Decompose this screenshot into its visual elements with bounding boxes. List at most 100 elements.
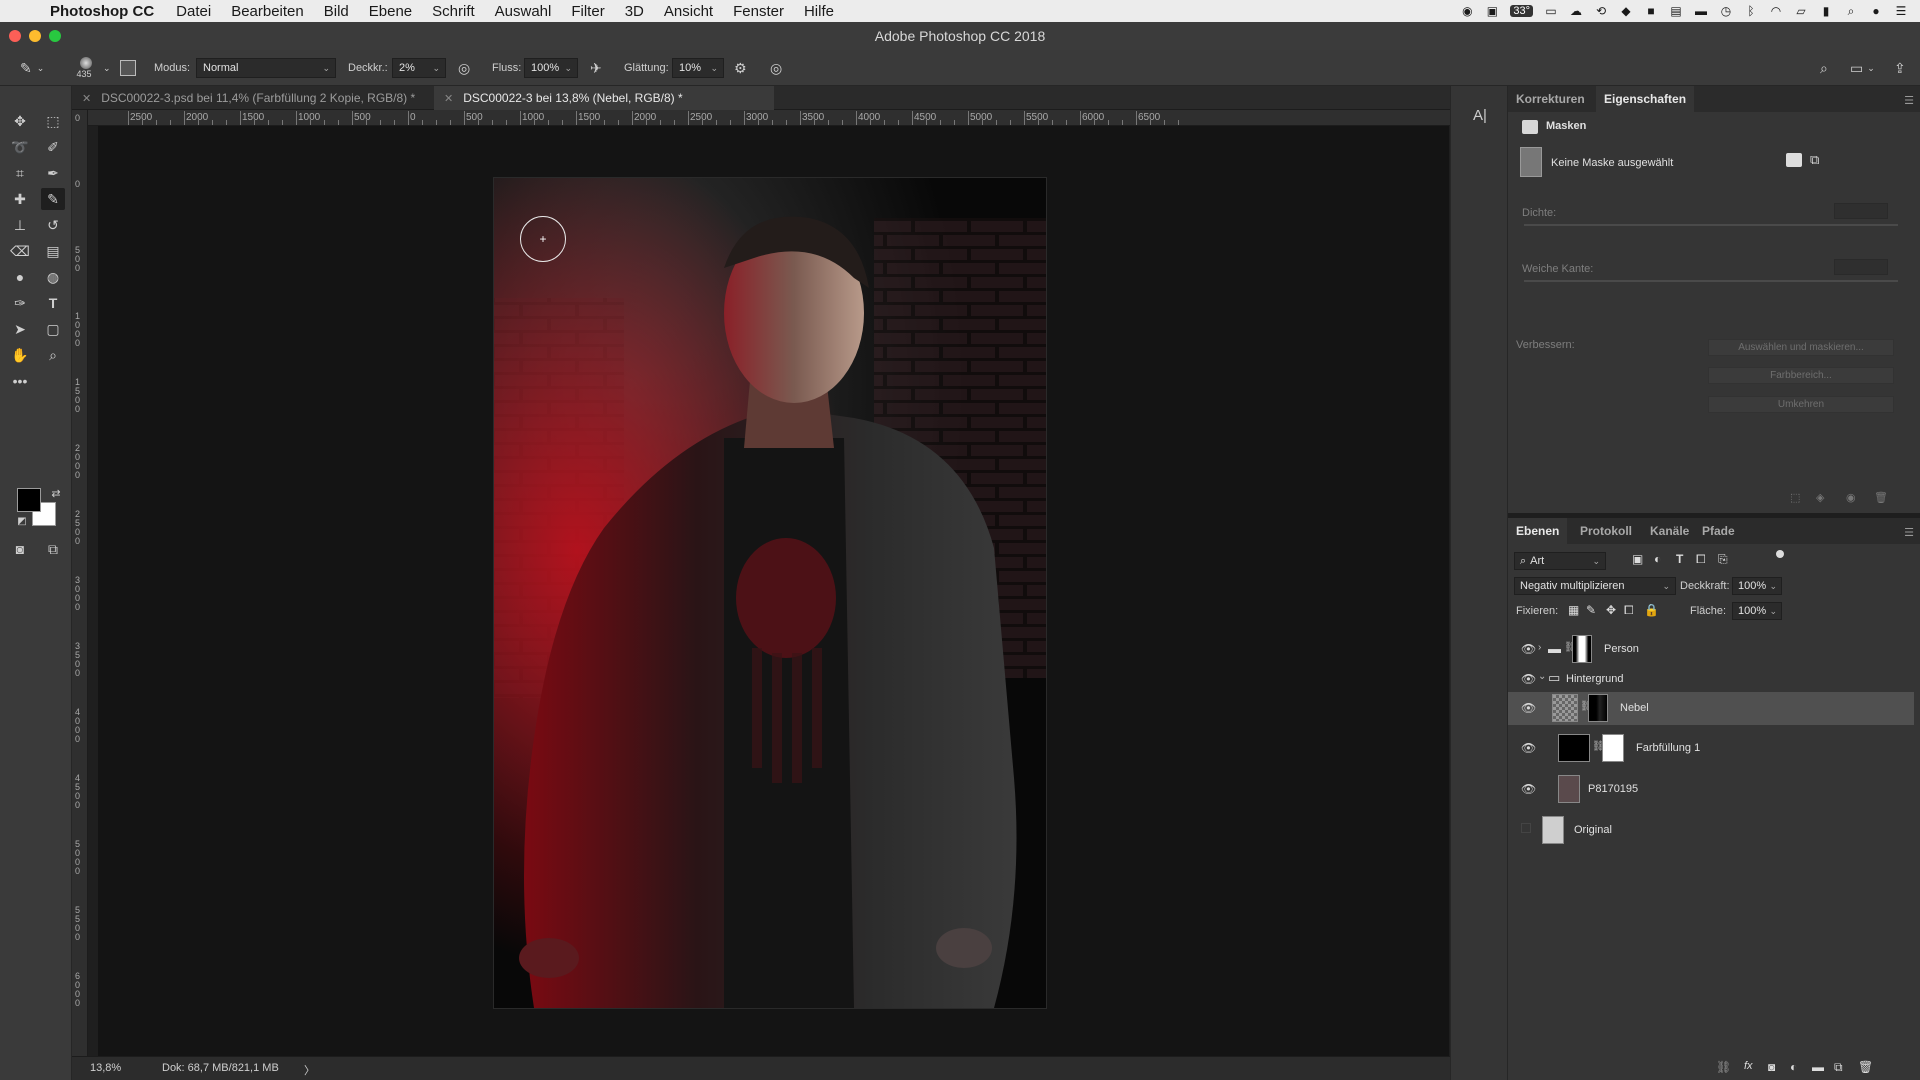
- visibility-toggle-empty[interactable]: [1521, 823, 1531, 833]
- marquee-tool-icon[interactable]: ⬚: [41, 110, 65, 132]
- brush-tool-preset-icon[interactable]: ✎ ⌄: [20, 50, 44, 86]
- healing-brush-tool-icon[interactable]: ✚: [8, 188, 32, 210]
- character-panel-icon[interactable]: A|: [1468, 104, 1492, 126]
- ime-icon[interactable]: ▤: [1669, 4, 1683, 18]
- wifi-icon[interactable]: ◠: [1769, 4, 1783, 18]
- layer-row-original[interactable]: Original: [1508, 814, 1914, 847]
- new-adjustment-layer-icon[interactable]: ◐: [1790, 1060, 1797, 1074]
- record-icon[interactable]: ◉: [1460, 4, 1474, 18]
- menu-bearbeiten[interactable]: Bearbeiten: [231, 3, 304, 20]
- layer-thumbnail[interactable]: [1552, 694, 1578, 722]
- siri-icon[interactable]: ●: [1869, 4, 1883, 18]
- visibility-eye-icon[interactable]: 👁: [1521, 741, 1536, 755]
- pen-tool-icon[interactable]: ✑: [8, 292, 32, 314]
- path-selection-tool-icon[interactable]: ➤: [8, 318, 32, 340]
- eyedropper-tool-icon[interactable]: ✒: [41, 162, 65, 184]
- blend-mode-dropdown[interactable]: Normal ⌄: [196, 58, 336, 78]
- monitor-icon[interactable]: ▬: [1694, 4, 1708, 18]
- new-group-folder-icon[interactable]: ▬: [1812, 1060, 1824, 1074]
- add-vector-mask-icon[interactable]: ⧉: [1810, 152, 1819, 168]
- layer-fill-input[interactable]: 100% ⌄: [1732, 602, 1782, 620]
- group-mask-thumbnail[interactable]: [1572, 635, 1592, 663]
- dodge-tool-icon[interactable]: ◍: [41, 266, 65, 288]
- menu-app-name[interactable]: Photoshop CC: [50, 3, 154, 20]
- tab-eigenschaften[interactable]: Eigenschaften: [1596, 86, 1695, 112]
- smart-object-thumbnail[interactable]: [1542, 816, 1564, 844]
- airplay-icon[interactable]: ▱: [1794, 4, 1808, 18]
- layer-row-nebel[interactable]: 👁 ⛓ Nebel: [1508, 692, 1914, 725]
- hand-tool-icon[interactable]: ✋: [8, 344, 32, 366]
- screen-mode-icon[interactable]: ⧉: [41, 538, 65, 560]
- add-pixel-mask-icon[interactable]: [1786, 153, 1802, 167]
- fill-layer-thumbnail[interactable]: [1558, 734, 1590, 762]
- workspace-switcher-icon[interactable]: ▭ ⌄: [1850, 50, 1875, 86]
- crop-tool-icon[interactable]: ⌗: [8, 162, 32, 184]
- select-and-mask-button[interactable]: Auswählen und maskieren...: [1708, 339, 1894, 356]
- pressure-size-icon[interactable]: ◎: [770, 50, 782, 86]
- temperature-badge[interactable]: 33°: [1510, 5, 1533, 17]
- blur-tool-icon[interactable]: ●: [8, 266, 32, 288]
- lock-artboard-icon[interactable]: ⧠: [1624, 603, 1634, 618]
- search-icon[interactable]: ⌕: [1820, 50, 1828, 86]
- menu-schrift[interactable]: Schrift: [432, 3, 475, 20]
- rectangle-tool-icon[interactable]: ▢: [41, 318, 65, 340]
- color-range-button[interactable]: Farbbereich...: [1708, 367, 1894, 384]
- horizontal-ruler[interactable]: 2500 2000 1500 1000 500 0 500 1000 1500 2000 2500 3…: [88, 110, 1450, 126]
- tab-document-2[interactable]: ✕ DSC00022-3 bei 13,8% (Nebel, RGB/8) *: [434, 86, 774, 110]
- feather-input[interactable]: [1834, 259, 1888, 275]
- filter-toggle-icon[interactable]: [1776, 550, 1784, 558]
- default-colors-icon[interactable]: ◩: [10, 510, 34, 532]
- bluetooth-icon[interactable]: ᛒ: [1744, 4, 1758, 18]
- density-input[interactable]: [1834, 203, 1888, 219]
- filter-adjustment-layers-icon[interactable]: ◐: [1654, 552, 1661, 566]
- eraser-tool-icon[interactable]: ⌫: [8, 240, 32, 262]
- layer-style-fx-icon[interactable]: fx: [1744, 1060, 1753, 1072]
- evernote-icon[interactable]: ■: [1644, 4, 1658, 18]
- move-tool-icon[interactable]: ✥: [8, 110, 32, 132]
- invert-button[interactable]: Umkehren: [1708, 396, 1894, 413]
- timemachine-icon[interactable]: ◷: [1719, 4, 1733, 18]
- spotlight-search-icon[interactable]: ⌕: [1844, 4, 1858, 19]
- panel-menu-icon[interactable]: ☰: [1904, 94, 1914, 107]
- density-slider[interactable]: [1524, 224, 1898, 226]
- menu-filter[interactable]: Filter: [571, 3, 604, 20]
- filter-shape-layers-icon[interactable]: ⧠: [1696, 552, 1706, 567]
- visibility-eye-icon[interactable]: 👁: [1521, 642, 1536, 656]
- layer-mask-thumbnail[interactable]: [1602, 734, 1624, 762]
- quick-mask-icon[interactable]: ◙: [8, 538, 32, 560]
- zoom-window-button[interactable]: [49, 30, 61, 42]
- minimize-window-button[interactable]: [29, 30, 41, 42]
- battery-icon[interactable]: ▮: [1819, 4, 1833, 18]
- expand-group-chevron-icon[interactable]: ›: [1538, 642, 1541, 653]
- canvas-area[interactable]: +: [88, 126, 1450, 1056]
- tab-kanaele[interactable]: Kanäle: [1642, 518, 1697, 544]
- lock-transparent-pixels-icon[interactable]: ▦: [1568, 603, 1579, 617]
- tab-ebenen[interactable]: Ebenen: [1508, 518, 1568, 544]
- close-tab-icon[interactable]: ✕: [82, 92, 91, 105]
- dropbox-icon[interactable]: ◆: [1619, 4, 1633, 18]
- brush-picker-chevron-icon[interactable]: ⌄: [103, 50, 111, 86]
- visibility-eye-icon[interactable]: 👁: [1521, 672, 1536, 686]
- filter-pixel-layers-icon[interactable]: ▣: [1632, 552, 1643, 566]
- menu-fenster[interactable]: Fenster: [733, 3, 784, 20]
- lasso-tool-icon[interactable]: ➰: [8, 136, 32, 158]
- menu-datei[interactable]: Datei: [176, 3, 211, 20]
- apply-mask-icon[interactable]: ◈: [1816, 491, 1824, 504]
- pressure-opacity-icon[interactable]: ◎: [458, 50, 470, 86]
- layer-opacity-input[interactable]: 100% ⌄: [1732, 577, 1782, 595]
- filter-type-layers-icon[interactable]: T: [1676, 552, 1683, 566]
- menu-bild[interactable]: Bild: [324, 3, 349, 20]
- brush-settings-panel-icon[interactable]: [120, 50, 136, 86]
- layer-row-p8170195[interactable]: 👁 P8170195: [1508, 773, 1914, 806]
- sync-icon[interactable]: ⟲: [1594, 4, 1608, 18]
- display-icon[interactable]: ▣: [1485, 4, 1499, 18]
- flow-input[interactable]: 100% ⌄: [524, 58, 578, 78]
- foreground-color-swatch[interactable]: [17, 488, 41, 512]
- type-tool-icon[interactable]: T: [41, 292, 65, 314]
- delete-layer-trash-icon[interactable]: 🗑: [1858, 1060, 1873, 1074]
- close-tab-icon[interactable]: ✕: [444, 92, 453, 105]
- layers-panel-menu-icon[interactable]: ☰: [1904, 526, 1914, 539]
- collapse-group-chevron-icon[interactable]: ⌄: [1538, 671, 1546, 682]
- toggle-mask-visibility-eye-icon[interactable]: ◉: [1846, 491, 1856, 504]
- add-layer-mask-icon[interactable]: ◙: [1768, 1060, 1775, 1074]
